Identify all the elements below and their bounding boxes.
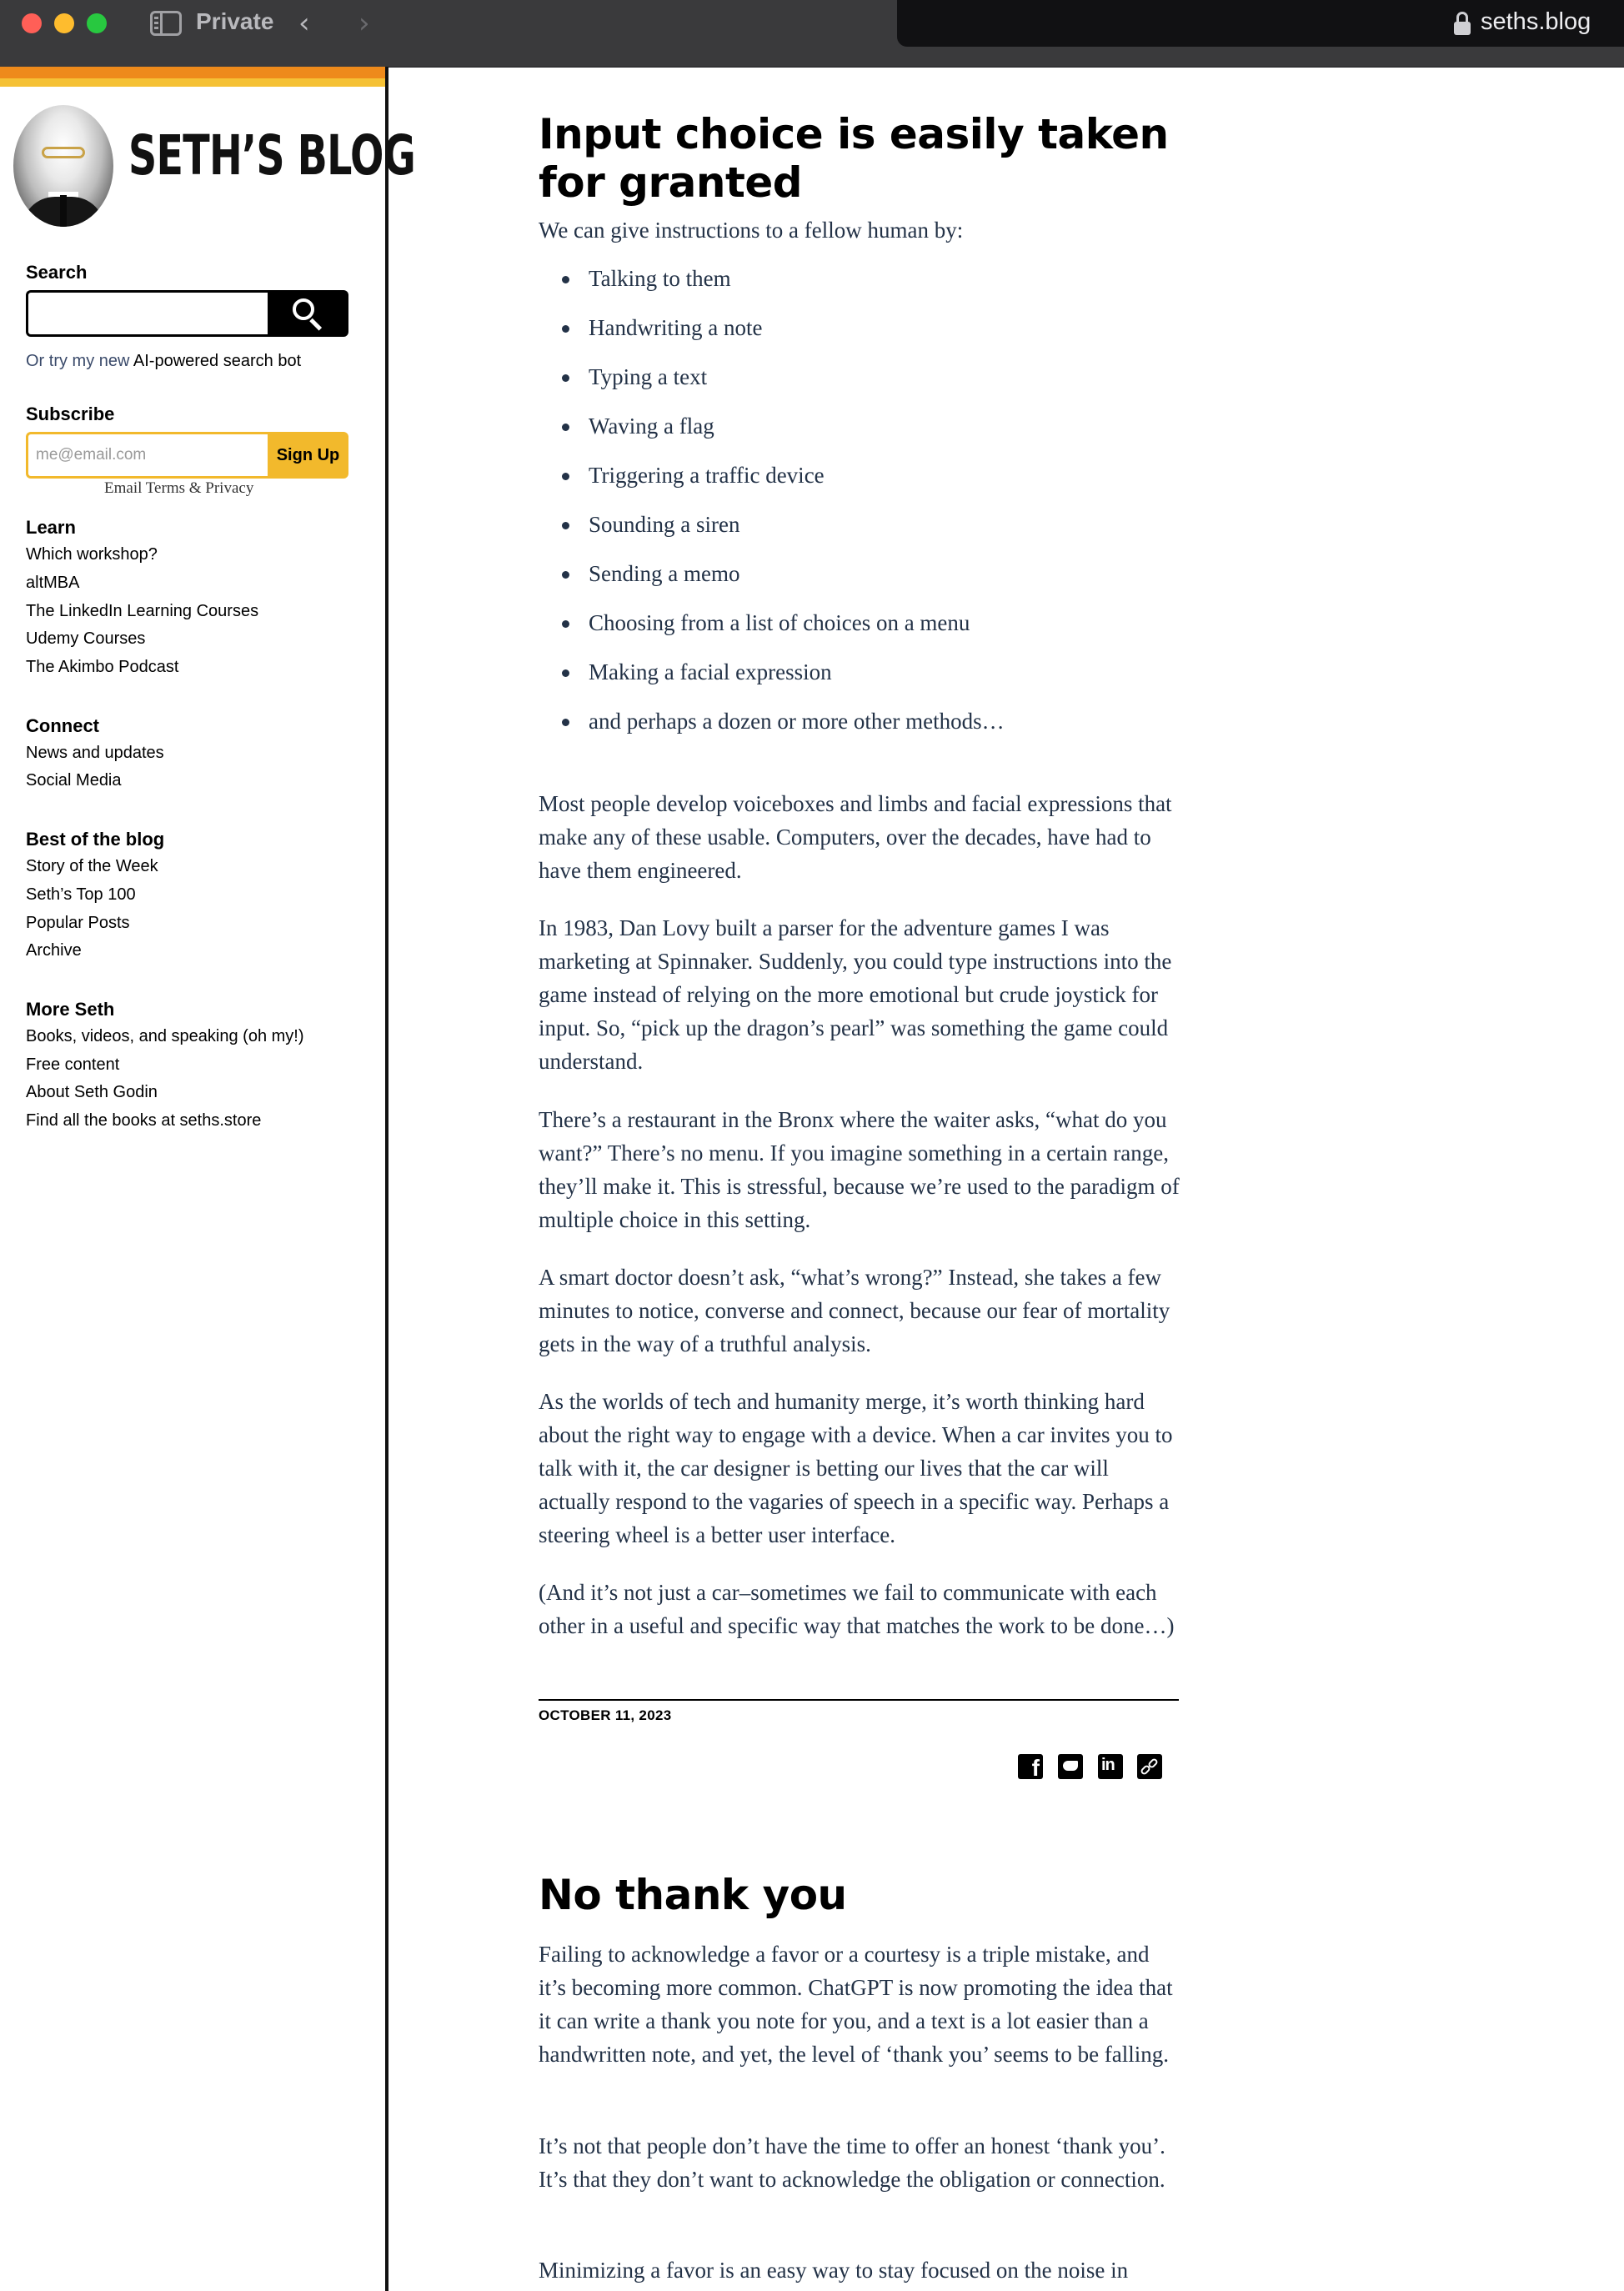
email-terms-link[interactable]: Email Terms & Privacy <box>104 479 253 498</box>
copy-link-icon[interactable] <box>1137 1754 1162 1779</box>
sidebar-link-top-100[interactable]: Seth’s Top 100 <box>26 885 136 905</box>
paragraph: A smart doctor doesn’t ask, “what’s wron… <box>539 1265 1170 1356</box>
search-heading: Search <box>26 262 88 283</box>
paragraph: Most people develop voiceboxes and limbs… <box>539 791 1172 883</box>
list-item: Sounding a siren <box>539 508 1180 557</box>
list-item: Choosing from a list of choices on a men… <box>539 606 1180 655</box>
lock-icon <box>1454 12 1471 35</box>
list-item: Talking to them <box>539 262 1180 311</box>
list-item: and perhaps a dozen or more other method… <box>539 704 1180 754</box>
sidebar-link-udemy-courses[interactable]: Udemy Courses <box>26 629 145 649</box>
close-window-button[interactable] <box>22 13 42 33</box>
browser-toolbar: Private ‹ › seths.blog <box>0 0 1624 68</box>
facebook-icon[interactable]: f <box>1018 1754 1043 1781</box>
sidebar-link-popular-posts[interactable]: Popular Posts <box>26 914 130 933</box>
sidebar-link-about-seth[interactable]: About Seth Godin <box>26 1083 158 1102</box>
list-item: Waving a flag <box>539 409 1180 459</box>
search-input[interactable] <box>26 290 268 337</box>
search-icon <box>293 298 314 320</box>
search-button[interactable] <box>268 290 348 337</box>
learn-heading: Learn <box>26 517 76 538</box>
sidebar-link-akimbo-podcast[interactable]: The Akimbo Podcast <box>26 658 178 677</box>
post-title-2[interactable]: No thank you <box>539 1871 1189 1919</box>
email-field[interactable] <box>26 432 268 479</box>
sidebar-link-free-content[interactable]: Free content <box>26 1055 119 1075</box>
sidebar-link-which-workshop[interactable]: Which workshop? <box>26 545 158 564</box>
paragraph: In 1983, Dan Lovy built a parser for the… <box>539 915 1172 1074</box>
sidebar-link-seths-store[interactable]: Find all the books at seths.store <box>26 1111 261 1130</box>
post-intro: We can give instructions to a fellow hum… <box>539 218 964 243</box>
sidebar-link-news-updates[interactable]: News and updates <box>26 744 164 763</box>
paragraph: (And it’s not just a car–sometimes we fa… <box>539 1580 1175 1638</box>
sidebar-link-story-of-week[interactable]: Story of the Week <box>26 857 158 876</box>
sidebar-link-books-videos[interactable]: Books, videos, and speaking (oh my!) <box>26 1027 304 1046</box>
sidebar-link-linkedin-courses[interactable]: The LinkedIn Learning Courses <box>26 602 258 621</box>
sidebar-divider <box>385 67 388 2291</box>
post-date[interactable]: OCTOBER 11, 2023 <box>539 1707 671 1724</box>
url-text[interactable]: seths.blog <box>1481 8 1591 36</box>
site-logo-title[interactable]: SETH’S BLOG <box>128 123 416 188</box>
paragraph: Minimizing a favor is an easy way to sta… <box>539 2258 1129 2283</box>
ai-search-link[interactable]: AI-powered search bot <box>133 352 301 370</box>
ai-search-prefix: Or try my new <box>26 352 133 370</box>
sidebar: SETH’S BLOG Search Or try my new AI-powe… <box>0 87 416 2291</box>
more-seth-heading: More Seth <box>26 999 115 1020</box>
sidebar-link-altmba[interactable]: altMBA <box>26 574 79 593</box>
back-arrow-icon[interactable]: ‹ <box>298 7 310 40</box>
paragraph: There’s a restaurant in the Bronx where … <box>539 1107 1180 1232</box>
list-item: Handwriting a note <box>539 311 1180 360</box>
sidebar-toggle-icon[interactable] <box>150 11 182 36</box>
sign-up-button[interactable]: Sign Up <box>268 432 348 479</box>
accent-stripe-orange <box>0 67 387 78</box>
forward-arrow-icon[interactable]: › <box>358 7 370 40</box>
list-item: Typing a text <box>539 360 1180 409</box>
paragraph: It’s not that people don’t have the time… <box>539 2133 1165 2192</box>
subscribe-heading: Subscribe <box>26 404 115 424</box>
sidebar-link-social-media[interactable]: Social Media <box>26 771 122 790</box>
post-title[interactable]: Input choice is easily taken for granted <box>539 110 1189 207</box>
list-item: Triggering a traffic device <box>539 459 1180 508</box>
best-of-blog-heading: Best of the blog <box>26 829 165 850</box>
post-divider <box>539 1699 1179 1701</box>
private-mode-label: Private <box>196 8 274 34</box>
minimize-window-button[interactable] <box>54 13 74 33</box>
sidebar-link-archive[interactable]: Archive <box>26 941 82 960</box>
accent-stripe-yellow <box>0 78 387 87</box>
paragraph: As the worlds of tech and humanity merge… <box>539 1389 1173 1547</box>
bullet-list: Talking to them Handwriting a note Typin… <box>539 262 1180 754</box>
list-item: Sending a memo <box>539 557 1180 606</box>
list-item: Making a facial expression <box>539 655 1180 704</box>
ai-search-line: Or try my new AI-powered search bot <box>26 352 301 371</box>
twitter-icon[interactable] <box>1058 1754 1083 1779</box>
linkedin-icon[interactable]: in <box>1098 1754 1123 1779</box>
paragraph: Failing to acknowledge a favor or a cour… <box>539 1942 1173 2067</box>
author-avatar[interactable] <box>13 105 113 227</box>
zoom-window-button[interactable] <box>87 13 107 33</box>
connect-heading: Connect <box>26 715 99 736</box>
